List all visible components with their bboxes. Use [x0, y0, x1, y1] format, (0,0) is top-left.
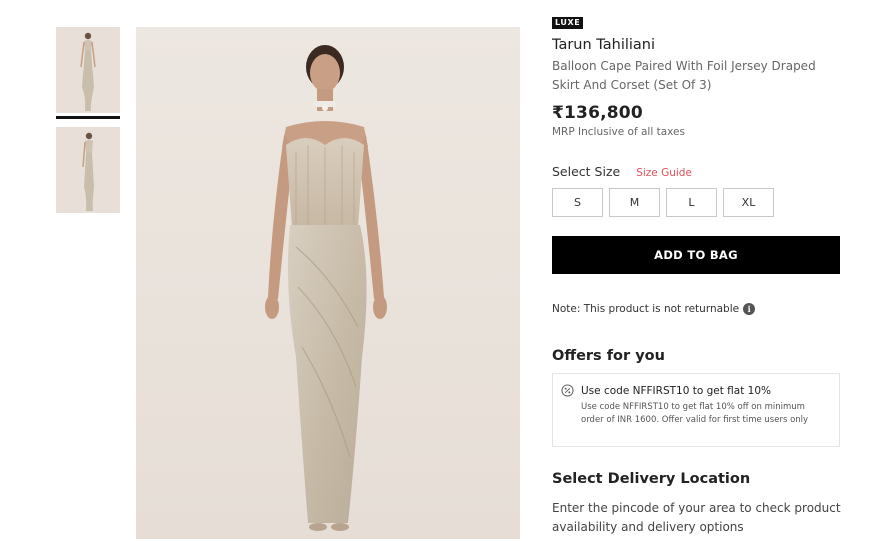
size-option-m[interactable]: M	[609, 188, 660, 217]
return-note: Note: This product is not returnable i	[552, 303, 842, 315]
size-header: Select Size Size Guide	[552, 164, 842, 179]
size-option-xl[interactable]: XL	[723, 188, 774, 217]
info-icon[interactable]: i	[743, 303, 756, 315]
offer-code-text: Use code NFFIRST10 to get flat 10%	[581, 384, 772, 397]
select-size-label: Select Size	[552, 164, 621, 179]
offer-description: Use code NFFIRST10 to get flat 10% off o…	[581, 402, 809, 425]
thumbnail-selected-indicator	[56, 116, 120, 119]
model-figure-side	[56, 127, 120, 213]
model-illustration	[136, 27, 520, 539]
delivery-title: Select Delivery Location	[552, 471, 751, 487]
size-guide-link[interactable]: Size Guide	[636, 167, 692, 179]
add-to-bag-button[interactable]: ADD TO BAG	[552, 236, 840, 274]
luxe-badge: LUXE	[552, 17, 584, 29]
offers-title: Offers for you	[552, 348, 665, 364]
brand-name[interactable]: Tarun Tahiliani	[552, 37, 842, 53]
main-product-image[interactable]	[136, 27, 520, 539]
offer-card: Use code NFFIRST10 to get flat 10% Use c…	[552, 373, 840, 447]
product-price: ₹136,800	[552, 103, 643, 123]
delivery-text: Enter the pincode of your area to check …	[552, 501, 841, 534]
size-option-s[interactable]: S	[552, 188, 603, 217]
model-figure-front	[56, 27, 120, 113]
thumbnail-1[interactable]	[56, 27, 120, 113]
product-info-panel: LUXE Tarun Tahiliani Balloon Cape Paired…	[552, 10, 842, 537]
return-note-text: Note: This product is not returnable	[552, 303, 740, 315]
mrp-note: MRP Inclusive of all taxes	[552, 126, 685, 138]
thumbnail-strip	[56, 27, 120, 213]
size-option-l[interactable]: L	[666, 188, 717, 217]
offer-header: Use code NFFIRST10 to get flat 10%	[561, 384, 831, 397]
thumbnail-2[interactable]	[56, 127, 120, 213]
product-name: Balloon Cape Paired With Foil Jersey Dra…	[552, 59, 816, 92]
size-options: S M L XL	[552, 188, 842, 217]
discount-icon	[561, 384, 574, 397]
